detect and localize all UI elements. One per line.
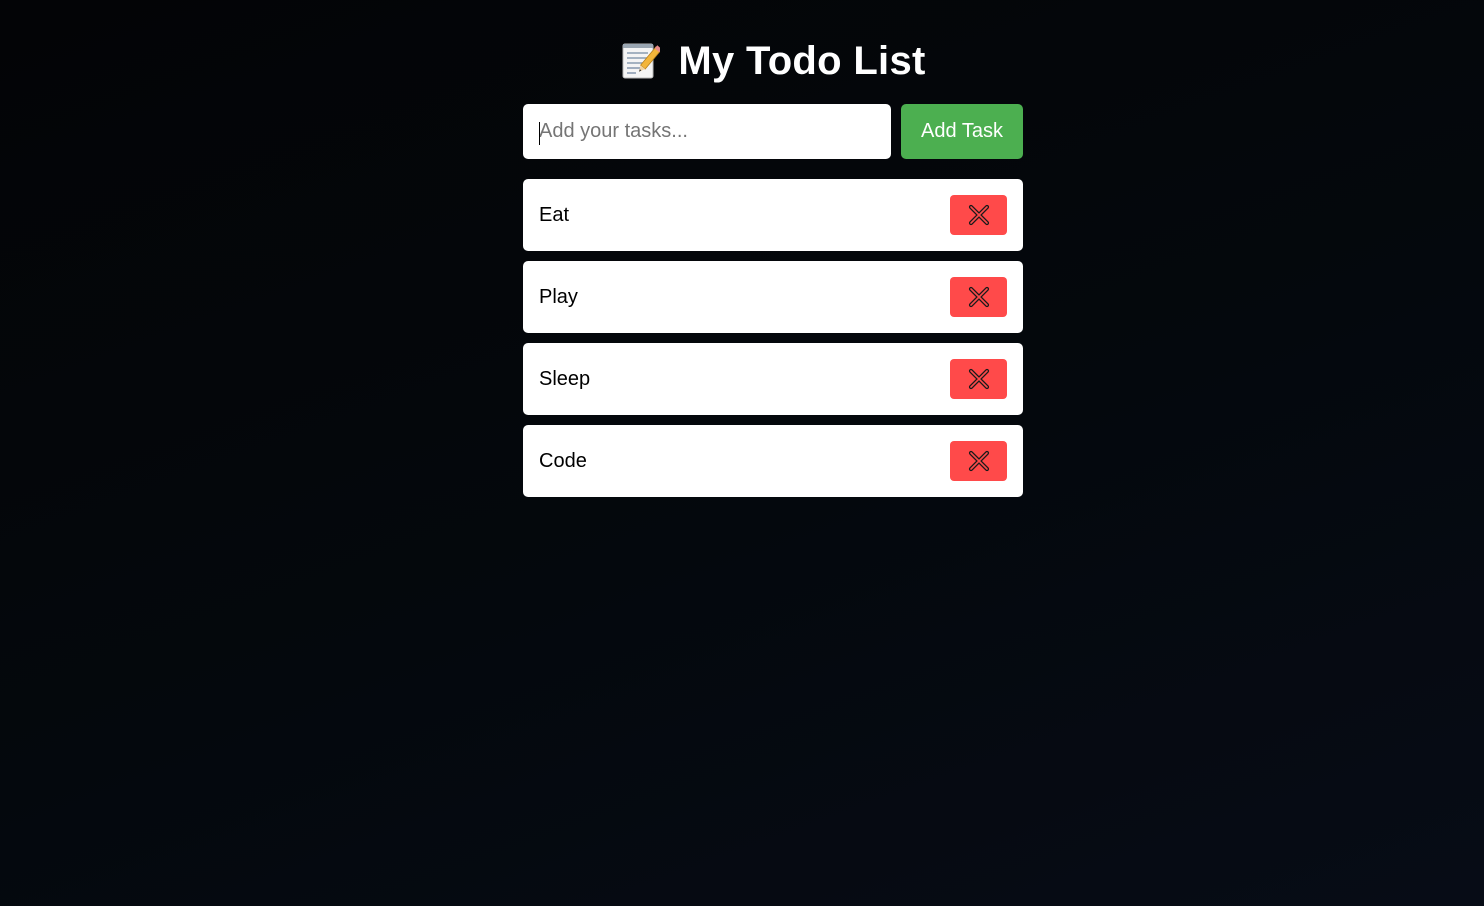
memo-icon: [620, 41, 663, 81]
list-item: Play: [523, 261, 1023, 333]
list-item: Eat: [523, 179, 1023, 251]
task-label: Code: [539, 450, 587, 472]
cross-mark-icon: [968, 286, 989, 308]
cross-mark-icon: [968, 450, 989, 472]
task-label: Eat: [539, 204, 570, 226]
page-header: My Todo List: [523, 36, 1023, 86]
text-cursor: [539, 122, 540, 145]
task-input[interactable]: [523, 104, 891, 159]
cross-mark-icon: [968, 368, 989, 390]
task-list: Eat Play Sleep Code: [523, 179, 1023, 507]
list-item: Code: [523, 425, 1023, 497]
delete-task-button[interactable]: [950, 441, 1007, 481]
delete-task-button[interactable]: [950, 359, 1007, 399]
task-label: Play: [539, 286, 578, 308]
add-task-form: Add Task: [523, 104, 1023, 159]
delete-task-button[interactable]: [950, 277, 1007, 317]
list-item: Sleep: [523, 343, 1023, 415]
task-label: Sleep: [539, 368, 591, 390]
page-title: My Todo List: [678, 38, 926, 83]
delete-task-button[interactable]: [950, 195, 1007, 235]
cross-mark-icon: [968, 204, 989, 226]
add-task-button[interactable]: Add Task: [901, 104, 1023, 159]
